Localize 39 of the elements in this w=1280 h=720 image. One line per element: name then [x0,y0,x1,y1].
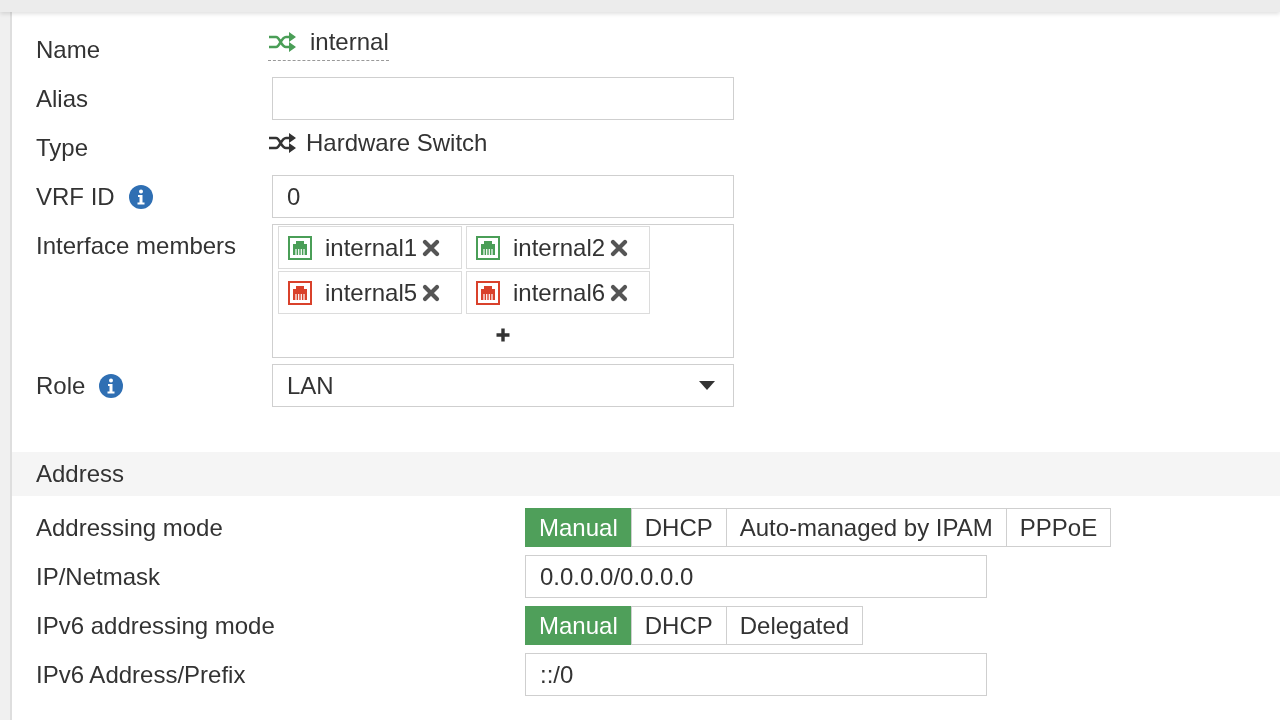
text-field[interactable]: 0 [272,175,734,218]
text-field[interactable]: 0.0.0.0/0.0.0.0 [525,555,987,598]
field-label: Type [36,133,89,162]
type-value: Hardware Switch [306,128,488,157]
shuffle-icon [268,132,296,153]
members-field[interactable]: internal1 internal2 internal5 internal6 [272,224,734,358]
close-icon[interactable] [610,238,629,257]
field-label: IP/Netmask [36,562,161,591]
caret-down-icon [699,381,715,390]
member-name: internal6 [513,278,606,307]
mode-button[interactable]: DHCP [630,606,727,645]
field-label: Name [36,35,101,64]
section-title: Address [36,460,125,488]
info-icon[interactable] [128,184,153,209]
mode-button[interactable]: PPPoE [1005,508,1112,547]
close-icon[interactable] [422,238,441,257]
close-icon[interactable] [422,283,441,302]
close-icon[interactable] [610,283,629,302]
plus-icon [496,328,510,342]
member-name: internal2 [513,233,606,262]
text-field[interactable]: ::/0 [525,653,987,696]
mode-button[interactable]: Auto-managed by IPAM [725,508,1007,547]
field-label: IPv6 Address/Prefix [36,660,246,689]
field-label: Role [36,371,86,400]
member-name: internal1 [325,233,418,262]
member-name: internal5 [325,278,418,307]
field-label: VRF ID [36,182,115,211]
field-label: IPv6 addressing mode [36,611,275,640]
add-button[interactable] [496,328,510,342]
mode-button[interactable]: Delegated [725,606,864,645]
shuffle-icon [268,32,296,52]
field-label: Addressing mode [36,513,223,542]
field-label: Alias [36,84,89,113]
info-icon[interactable] [99,373,124,398]
text-field[interactable] [272,77,734,120]
role-select[interactable]: LAN [272,364,734,407]
interface-name-link[interactable]: internal [268,28,389,61]
field-label: Interface members [36,231,237,260]
mode-button[interactable]: DHCP [630,508,727,547]
